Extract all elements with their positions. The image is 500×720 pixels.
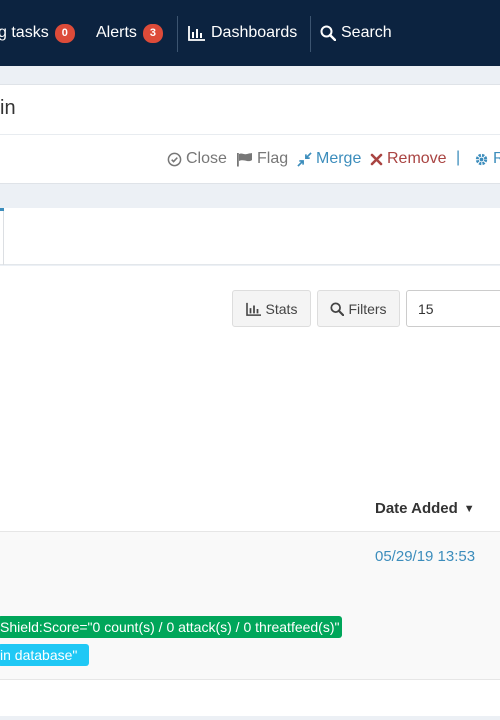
table-row: 05/29/19 13:53 Shield:Score="0 count(s) … — [0, 532, 500, 680]
page-header: in — [0, 84, 500, 134]
stats-label: Stats — [265, 300, 298, 317]
page-title: in — [0, 97, 16, 119]
date-added-cell: 05/29/19 13:53 — [375, 548, 476, 565]
merge-button[interactable]: Merge — [297, 150, 361, 168]
active-tab-indicator — [0, 208, 4, 211]
top-navbar: g tasks 0 Alerts 3 Dashboards Search — [0, 0, 500, 66]
alerts-label: Alerts — [96, 24, 137, 41]
date-added-header-label: Date Added — [375, 500, 458, 517]
waiting-tasks-badge: 0 — [54, 23, 75, 43]
filters-label: Filters — [348, 300, 387, 317]
dashboards-label: Dashboards — [211, 24, 298, 41]
sort-desc-icon: ▼ — [463, 502, 475, 515]
observable-tag[interactable]: Shield:Score="0 count(s) / 0 attack(s) /… — [0, 616, 342, 638]
alerts-badge: 3 — [142, 23, 164, 43]
flag-label: Flag — [257, 150, 289, 167]
check-circle-icon — [167, 152, 182, 166]
waiting-tasks-nav[interactable]: g tasks 0 — [0, 0, 75, 66]
observables-panel: Stats Filters 15 Date Added ▼ 05/29/19 1… — [0, 266, 500, 720]
search-label: Search — [341, 24, 392, 41]
flag-button[interactable]: Flag — [236, 150, 288, 168]
run-responders-button[interactable]: R — [474, 150, 500, 168]
stats-button[interactable]: Stats — [232, 290, 311, 327]
nav-divider — [310, 16, 311, 52]
actions-separator: | — [456, 149, 461, 166]
nav-divider — [177, 16, 178, 52]
active-tab[interactable] — [0, 208, 4, 265]
page-size-select[interactable]: 15 — [406, 290, 500, 327]
bar-chart-icon — [188, 26, 205, 41]
close-label: Close — [186, 150, 227, 167]
footer-gap — [0, 716, 500, 720]
compress-arrows-icon — [297, 151, 312, 167]
remove-label: Remove — [387, 150, 447, 167]
bar-chart-icon — [245, 302, 261, 316]
search-icon — [320, 25, 336, 41]
search-icon — [330, 301, 345, 316]
date-added-column-header[interactable]: Date Added ▼ — [375, 500, 475, 517]
alerts-nav[interactable]: Alerts 3 — [96, 0, 164, 66]
times-icon — [370, 153, 383, 165]
flag-icon — [237, 152, 252, 166]
observable-tag[interactable]: in database" — [0, 644, 89, 666]
dashboards-nav[interactable]: Dashboards — [188, 0, 297, 66]
search-nav[interactable]: Search — [320, 0, 392, 66]
gear-icon — [475, 153, 488, 165]
table-header: Date Added ▼ — [0, 488, 500, 532]
merge-label: Merge — [316, 150, 362, 167]
close-button[interactable]: Close — [167, 150, 227, 168]
filters-button[interactable]: Filters — [317, 290, 400, 327]
remove-button[interactable]: Remove — [370, 150, 447, 168]
case-actions-bar: Close Flag Merge Remove | R — [0, 134, 500, 184]
waiting-tasks-label: g tasks — [0, 24, 49, 41]
responders-label: R — [493, 150, 500, 167]
case-tabs-panel — [0, 208, 500, 265]
